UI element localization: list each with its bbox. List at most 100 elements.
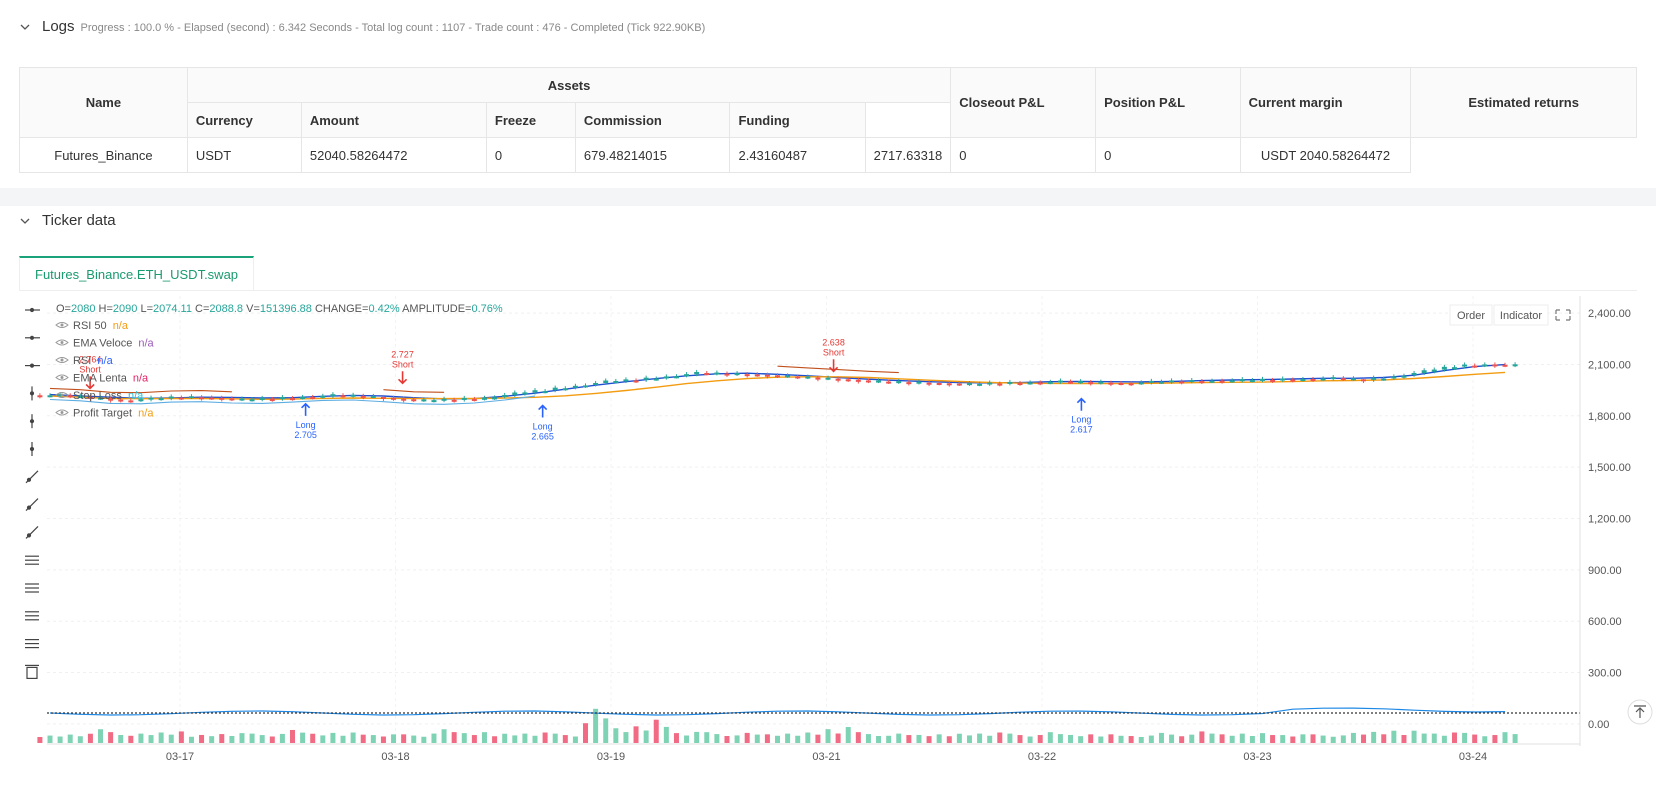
candle [249,399,255,402]
volume-bar [1169,734,1175,743]
candle [481,397,487,400]
legend-label: EMA Lenta n/a [73,373,149,385]
legend-item[interactable]: EMA Veloce n/a [55,338,155,350]
volume-bar [1401,735,1407,743]
volume-bar [1371,731,1377,743]
candle [916,381,922,384]
chevron-down-icon[interactable] [20,216,30,226]
volume-bar [815,734,821,743]
candle [1057,380,1063,383]
y-tick-label: 600.00 [1588,616,1622,628]
candle [1078,381,1084,384]
signal-value: 2.665 [531,432,554,442]
volume-bar [411,735,417,743]
volume-bar [886,735,892,743]
volume-bar [522,733,528,743]
volume-bar [47,735,53,743]
volume-bar [1158,732,1164,743]
y-tick-label: 1,800.00 [1588,411,1631,423]
fullscreen-icon[interactable] [1555,309,1571,321]
horizontal-segment-icon[interactable] [25,363,40,368]
candle [441,398,447,401]
candle [431,400,437,403]
x-tick-label: 03-22 [1028,751,1056,763]
price-range-icon[interactable] [25,555,39,565]
candle [1290,379,1296,382]
candle [593,382,599,385]
fib-retracement-icon[interactable] [25,639,39,649]
volume-bar [865,734,871,743]
candle [1441,366,1447,370]
candle [977,383,983,386]
volume-bar [1098,736,1104,743]
indicator-button[interactable]: Indicator [1500,310,1543,322]
candle [825,377,831,380]
volume-bar [1290,736,1296,743]
candle [946,383,952,386]
horizontal-line-icon[interactable] [25,335,40,340]
candle [310,396,316,399]
logs-status: Progress : 100.0 % - Elapsed (second) : … [80,21,706,34]
candle [663,376,669,379]
volume-bar [1199,731,1205,743]
legend-item[interactable]: RSI 50 n/a [55,320,129,332]
chevron-down-icon[interactable] [20,22,30,32]
volume-bar [1492,735,1498,743]
pitchfork-icon[interactable] [25,611,39,621]
signal-value: 2.638 [822,337,845,347]
volume-bar [552,733,558,743]
signal-value: 2.727 [391,349,414,359]
candle [906,382,912,385]
col-commission: Commission [574,102,731,138]
vertical-ray-icon[interactable] [29,386,35,401]
logs-header[interactable]: Logs Progress : 100.0 % - Elapsed (secon… [20,18,705,35]
ray-line-icon[interactable] [25,498,39,512]
legend-label: Profit Target n/a [73,408,154,420]
volume-bar [1381,734,1387,743]
candle [1229,380,1235,383]
volume-bar [613,728,619,743]
volume-bar [1017,735,1023,743]
candle [1179,381,1185,384]
vertical-segment-icon[interactable] [29,414,35,429]
ticker-header[interactable]: Ticker data [20,212,116,229]
candle [997,383,1003,386]
candle [1462,364,1468,367]
volume-bar [370,735,376,743]
signal-label: Long [1071,415,1091,425]
volume-bar [128,735,134,743]
tab-divider [19,290,1637,291]
indicator-legend[interactable]: RSI 50 n/a EMA Veloce n/a RSI n/a EMA Lenta… [55,320,155,420]
volume-bar [481,732,487,743]
trash-icon[interactable] [25,664,39,679]
segment-line-icon[interactable] [25,525,39,539]
volume-bar [795,735,801,743]
candle [653,378,659,381]
horizontal-ray-icon[interactable] [25,307,40,313]
trend-line-icon[interactable] [25,470,39,484]
parallel-channel-icon[interactable] [25,583,39,593]
tab-eth-usdt-swap[interactable]: Futures_Binance.ETH_USDT.swap [19,256,255,290]
candle [1451,367,1457,370]
legend-item[interactable]: Profit Target n/a [55,408,154,420]
volume-bar [1088,734,1094,743]
candle [603,380,609,384]
candle [1017,383,1023,386]
volume-bar [1300,734,1306,743]
candle [734,373,740,376]
volume-bar [1441,735,1447,743]
candle [855,379,861,382]
volume-bar [310,733,316,743]
drawing-toolbar[interactable] [25,307,40,679]
price-chart[interactable]: 2.764ShortLong2.7052.727ShortLong2.6652.… [0,296,1656,803]
volume-bar [1229,735,1235,743]
order-button[interactable]: Order [1457,310,1485,322]
candle [148,397,154,400]
volume-bar [805,732,811,743]
vertical-line-icon[interactable] [29,442,35,456]
legend-item[interactable]: EMA Lenta n/a [55,373,149,385]
volume-bar [754,734,760,743]
legend-item[interactable]: RSI n/a [55,355,114,367]
cell-returns: USDT 2040.58264472 [1239,137,1412,173]
candle [1482,364,1488,367]
